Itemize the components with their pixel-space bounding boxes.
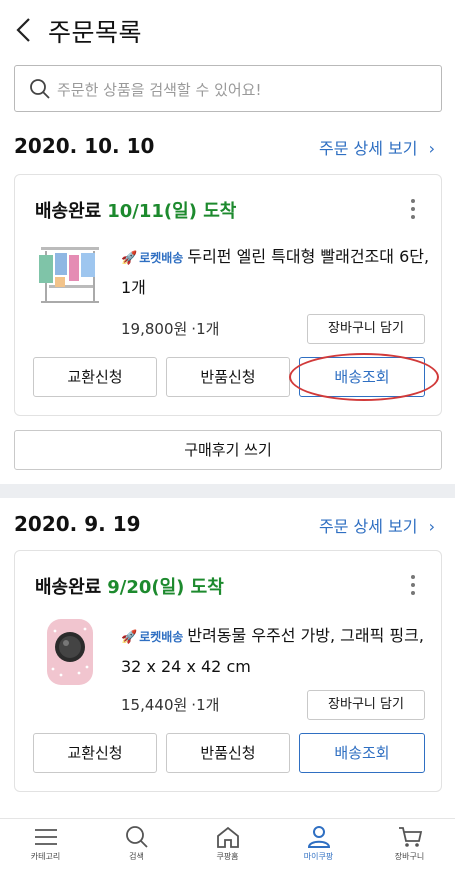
nav-item-mycoupang[interactable]: 마이쿠팡 <box>273 825 364 862</box>
rocket-icon: 🚀 <box>121 251 138 266</box>
order-date: 2020. 9. 19 <box>14 512 141 536</box>
add-to-cart-button[interactable]: 장바구니 담기 <box>307 314 425 344</box>
order-date: 2020. 10. 10 <box>14 134 155 158</box>
menu-icon <box>34 829 57 845</box>
more-options-icon[interactable] <box>411 575 417 599</box>
bottom-navigation: 카테고리 검색 쿠팡홈 마이쿠팡 장바구니 <box>0 818 455 874</box>
order-detail-link[interactable]: 주문 상세 보기 › <box>319 135 435 159</box>
write-review-button[interactable]: 구매후기 쓰기 <box>14 430 442 470</box>
chevron-right-icon: › <box>428 517 435 536</box>
track-delivery-button[interactable]: 배송조회 <box>299 733 425 773</box>
home-icon <box>216 826 239 848</box>
search-placeholder: 주문한 상품을 검색할 수 있어요! <box>57 81 262 99</box>
arrival-date: 10/11(일) 도착 <box>107 201 237 222</box>
arrival-date: 9/20(일) 도착 <box>107 577 224 598</box>
nav-item-cart[interactable]: 장바구니 <box>364 825 455 862</box>
chevron-right-icon: › <box>428 139 435 158</box>
rocket-icon: 🚀 <box>121 630 138 645</box>
search-icon <box>125 826 148 848</box>
nav-item-home[interactable]: 쿠팡홈 <box>182 825 273 862</box>
status-label: 배송완료 <box>35 201 102 222</box>
section-divider <box>0 484 455 498</box>
nav-label: 장바구니 <box>394 852 425 861</box>
search-icon <box>30 79 50 99</box>
search-input[interactable]: 주문한 상품을 검색할 수 있어요! <box>14 65 442 112</box>
product-thumbnail[interactable] <box>35 617 105 687</box>
order-detail-label: 주문 상세 보기 <box>319 139 418 158</box>
return-request-button[interactable]: 반품신청 <box>166 357 290 397</box>
nav-label: 카테고리 <box>30 852 61 861</box>
rocket-delivery-badge: 로켓배송 <box>139 630 184 644</box>
order-detail-label: 주문 상세 보기 <box>319 517 418 536</box>
quantity-value: ·1개 <box>191 320 220 338</box>
product-thumbnail[interactable] <box>35 241 105 311</box>
rocket-delivery-badge: 로켓배송 <box>139 251 184 265</box>
return-request-button[interactable]: 반품신청 <box>166 733 290 773</box>
order-section: 2020. 10. 10 주문 상세 보기 › 배송완료 10/11(일) 도착 … <box>0 130 455 470</box>
chevron-left-icon <box>16 18 30 42</box>
page-title: 주문목록 <box>48 18 143 47</box>
cart-icon <box>398 827 422 847</box>
order-status: 배송완료 10/11(일) 도착 <box>35 197 236 223</box>
order-section: 2020. 9. 19 주문 상세 보기 › 배송완료 9/20(일) 도착 🚀 로… <box>0 508 455 808</box>
add-to-cart-button[interactable]: 장바구니 담기 <box>307 690 425 720</box>
product-name[interactable]: 🚀 로켓배송 두리펀 엘린 특대형 빨래건조대 6단, 1개 <box>121 242 431 302</box>
highlight-circle <box>289 353 439 401</box>
order-card: 배송완료 10/11(일) 도착 🚀 로켓배송 두리펀 엘린 특대형 빨래건조대 6단… <box>14 174 442 416</box>
nav-label: 쿠팡홈 <box>216 852 239 861</box>
nav-label: 마이쿠팡 <box>303 852 334 861</box>
quantity-value: ·1개 <box>191 696 220 714</box>
app-header: 주문목록 <box>0 0 455 60</box>
exchange-request-button[interactable]: 교환신청 <box>33 357 157 397</box>
exchange-request-button[interactable]: 교환신청 <box>33 733 157 773</box>
nav-label: 검색 <box>129 852 144 861</box>
more-options-icon[interactable] <box>411 199 417 223</box>
back-button[interactable] <box>14 16 38 46</box>
price-value: 19,800원 <box>121 320 188 338</box>
nav-item-category[interactable]: 카테고리 <box>0 825 91 862</box>
order-card: 배송완료 9/20(일) 도착 🚀 로켓배송 반려동물 우주선 가방, 그래픽 핑크,… <box>14 550 442 792</box>
order-status: 배송완료 9/20(일) 도착 <box>35 573 224 599</box>
price-value: 15,440원 <box>121 696 188 714</box>
status-label: 배송완료 <box>35 577 102 598</box>
product-name[interactable]: 🚀 로켓배송 반려동물 우주선 가방, 그래픽 핑크, 32 x 24 x 42 c… <box>121 621 431 681</box>
product-price: 15,440원 ·1개 <box>121 694 219 715</box>
user-icon <box>307 826 330 848</box>
nav-item-search[interactable]: 검색 <box>91 825 182 862</box>
product-price: 19,800원 ·1개 <box>121 318 219 339</box>
order-detail-link[interactable]: 주문 상세 보기 › <box>319 513 435 537</box>
